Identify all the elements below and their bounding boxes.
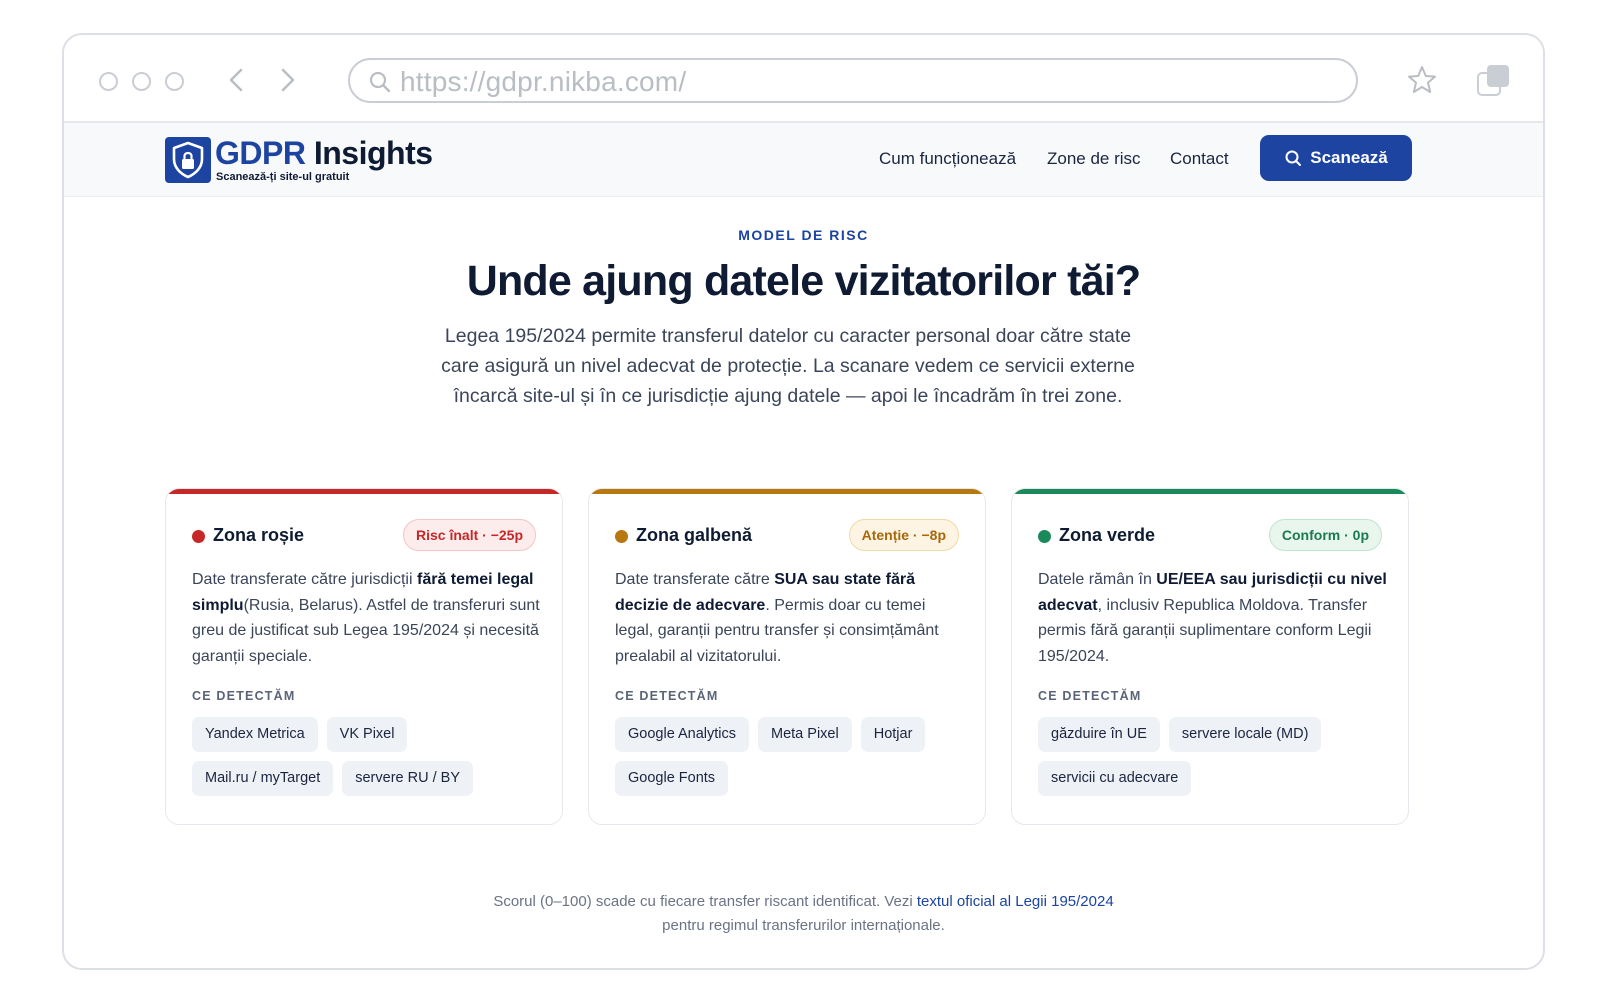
zone-badge: Risc înalt · −25p xyxy=(403,519,536,551)
search-icon xyxy=(1285,150,1302,166)
zone-title: Zona verde xyxy=(1059,525,1156,545)
nav-link-risk-zones[interactable]: Zone de risc xyxy=(1047,149,1141,169)
footnote-text: pentru regimul transferurilor internațio… xyxy=(662,917,945,934)
card-accent-bar xyxy=(1012,489,1408,494)
scan-button[interactable]: Scanează xyxy=(1260,135,1412,181)
detect-chip: Meta Pixel xyxy=(758,717,852,752)
footnote-text: Scorul (0–100) scade cu fiecare transfer… xyxy=(493,893,917,910)
detect-chip: găzduire în UE xyxy=(1038,717,1160,752)
detect-chip: servere locale (MD) xyxy=(1168,717,1322,752)
zone-description-text: (Rusia, Belarus). Astfel de transferuri … xyxy=(192,596,540,665)
zone-badge: Conform · 0p xyxy=(1268,519,1382,551)
detect-chip: servicii cu adecvare xyxy=(1038,761,1192,796)
detect-chip: Mail.ru / myTarget xyxy=(192,761,334,796)
window-maximize-dot[interactable] xyxy=(165,72,184,91)
zone-badge: Atenție · −8p xyxy=(848,519,959,551)
chevron-right-icon[interactable] xyxy=(272,65,302,95)
chevron-left-icon[interactable] xyxy=(222,65,252,95)
tabs-icon[interactable] xyxy=(1476,64,1510,98)
zone-dot xyxy=(1038,530,1051,543)
window-close-dot[interactable] xyxy=(99,72,118,91)
detect-label: CE DETECTĂM xyxy=(615,689,719,703)
detect-chips: Google Analytics Meta Pixel Hotjar Googl… xyxy=(615,717,975,796)
law-text-link[interactable]: textul oficial al Legii 195/2024 xyxy=(917,893,1114,910)
search-icon xyxy=(369,71,391,93)
zone-description-text: Datele rămân în xyxy=(1038,571,1157,588)
zone-card-green: Zona verde Conform · 0p Datele rămân în … xyxy=(1011,488,1409,825)
zone-title: Zona roșie xyxy=(213,525,305,545)
window-minimize-dot[interactable] xyxy=(132,72,151,91)
zone-description: Date transferate către SUA sau state făr… xyxy=(615,567,965,669)
zone-card-red: Zona roșie Risc înalt · −25p Date transf… xyxy=(165,488,563,825)
url-text: https://gdpr.nikba.com/ xyxy=(400,66,687,97)
star-icon[interactable] xyxy=(1406,64,1438,96)
page-lead: Legea 195/2024 permite transferul datelo… xyxy=(441,325,1135,407)
scan-button-label: Scanează xyxy=(1310,148,1388,167)
url-bar[interactable]: https://gdpr.nikba.com/ xyxy=(348,58,1358,103)
browser-window: https://gdpr.nikba.com/ GDPR Insights Sc… xyxy=(62,33,1545,970)
zone-title: Zona galbenă xyxy=(636,525,753,545)
detect-chips: Yandex Metrica VK Pixel Mail.ru / myTarg… xyxy=(192,717,552,796)
zone-dot xyxy=(192,530,205,543)
detect-chip: Hotjar xyxy=(860,717,926,752)
zone-description-text: Date transferate către jurisdicții xyxy=(192,571,417,588)
zone-description: Date transferate către jurisdicții fără … xyxy=(192,567,542,669)
detect-chip: Google Fonts xyxy=(615,761,729,796)
zone-card-yellow: Zona galbenă Atenție · −8p Date transfer… xyxy=(588,488,986,825)
detect-chip: Yandex Metrica xyxy=(192,717,318,752)
site-header: GDPR Insights Scanează-ți site-ul gratui… xyxy=(64,123,1543,197)
nav-link-contact[interactable]: Contact xyxy=(1170,149,1229,169)
card-accent-bar xyxy=(166,489,562,494)
detect-label: CE DETECTĂM xyxy=(1038,689,1142,703)
section-eyebrow: MODEL DE RISC xyxy=(738,227,869,243)
card-accent-bar xyxy=(589,489,985,494)
page-title: Unde ajung datele vizitatorilor tăi? xyxy=(466,257,1141,305)
zone-description-text: Date transferate către xyxy=(615,571,775,588)
nav-link-how-it-works[interactable]: Cum funcționează xyxy=(879,149,1016,169)
zone-dot xyxy=(615,530,628,543)
detect-label: CE DETECTĂM xyxy=(192,689,296,703)
detect-chips: găzduire în UE servere locale (MD) servi… xyxy=(1038,717,1398,796)
browser-toolbar: https://gdpr.nikba.com/ xyxy=(64,35,1543,123)
zone-description: Datele rămân în UE/EEA sau jurisdicții c… xyxy=(1038,567,1388,669)
detect-chip: VK Pixel xyxy=(326,717,408,752)
detect-chip: servere RU / BY xyxy=(342,761,473,796)
score-footnote: Scorul (0–100) scade cu fiecare transfer… xyxy=(64,890,1543,938)
detect-chip: Google Analytics xyxy=(615,717,750,752)
